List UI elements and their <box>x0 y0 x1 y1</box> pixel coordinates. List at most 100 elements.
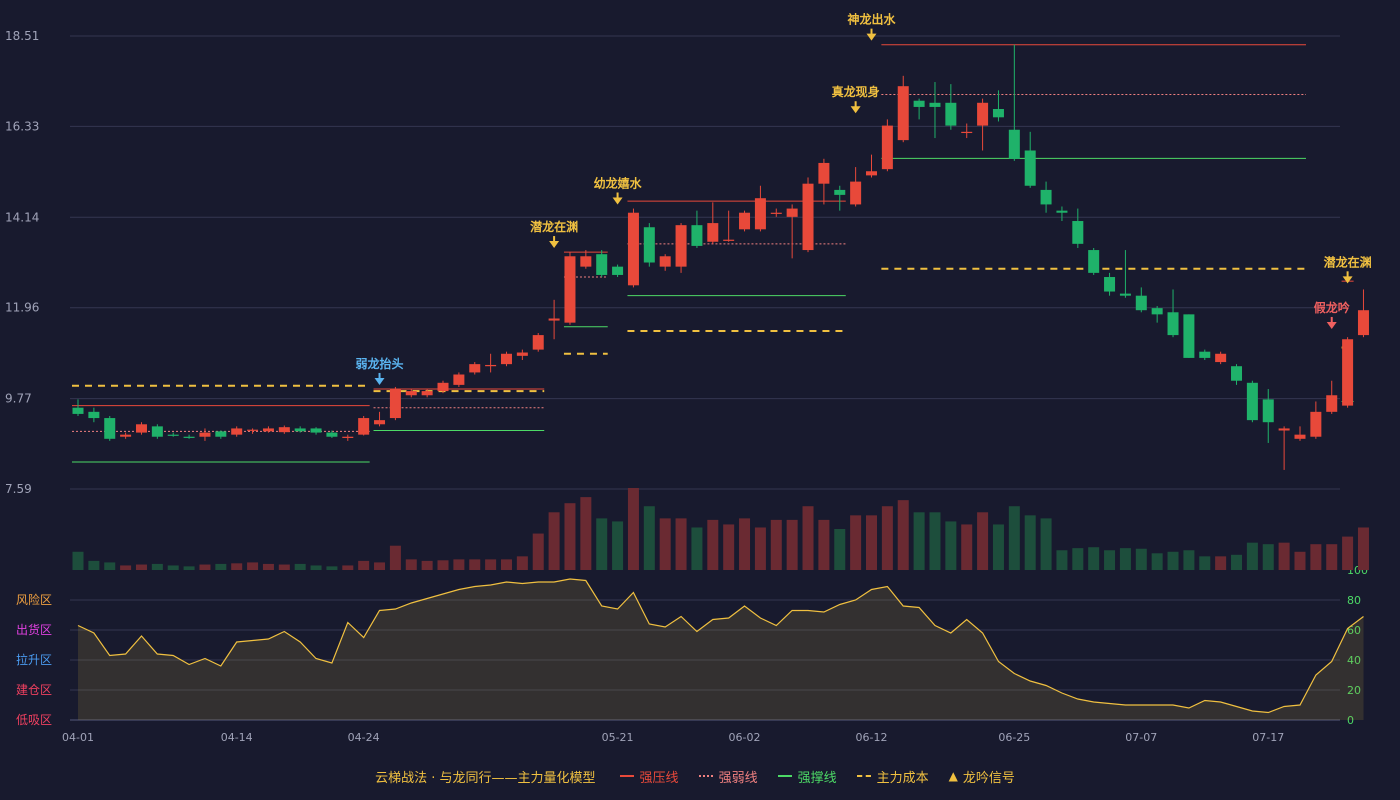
candle-body <box>1215 353 1227 363</box>
zone-label: 低吸区 <box>16 713 52 727</box>
candle-body <box>675 225 687 267</box>
candle-body <box>627 212 639 286</box>
volume-bar <box>1135 548 1147 570</box>
volume-bar <box>1215 556 1227 570</box>
volume-bar <box>1357 527 1369 570</box>
volume-bar <box>262 563 274 570</box>
volume-bar <box>1072 548 1084 570</box>
candle-body <box>1151 308 1163 315</box>
volume-bar <box>945 521 957 570</box>
legend-item-strong-pressure: 强压线 <box>619 767 679 786</box>
candle-body <box>405 391 417 396</box>
candle-body <box>1072 221 1084 244</box>
candle-body <box>1056 210 1068 213</box>
volume-bar <box>405 559 417 570</box>
candle-body <box>199 432 211 437</box>
candle-body <box>1278 428 1290 431</box>
candle-body <box>1310 411 1322 437</box>
candle-body <box>262 428 274 432</box>
volume-bar <box>215 563 227 570</box>
candle-body <box>1104 277 1116 292</box>
candle-body <box>929 102 941 107</box>
volume-bar <box>167 565 179 570</box>
candle-body <box>1357 310 1369 336</box>
volume-bar <box>1326 544 1338 570</box>
volume-bar <box>183 566 195 570</box>
volume-bar <box>278 564 290 570</box>
volume-bar <box>786 519 798 570</box>
volume-bar <box>247 562 259 570</box>
candle-body <box>1135 295 1147 311</box>
candle-body <box>278 427 290 433</box>
legend-item-strong-weak: 强弱线 <box>698 767 758 786</box>
candle-body <box>945 102 957 126</box>
candle-body <box>358 418 370 435</box>
candle-body <box>564 256 576 323</box>
legend-title: 云梯战法 · 与龙同行——主力量化模型 <box>375 770 596 786</box>
candle-body <box>453 374 465 385</box>
candle-body <box>913 100 925 107</box>
volume-bar <box>1056 550 1068 570</box>
signal-label: 假龙吟 <box>1314 300 1350 315</box>
legend-label: 强撑线 <box>797 770 837 786</box>
candle-body <box>374 420 386 425</box>
legend-item-signal: ▲ 龙吟信号 <box>949 767 1015 786</box>
volume-bar <box>358 560 370 570</box>
volume-bar <box>897 500 909 570</box>
candle-body <box>643 227 655 263</box>
volume-bar <box>310 565 322 570</box>
volume-bar <box>421 560 433 570</box>
volume-bar <box>1167 551 1179 570</box>
candle-body <box>231 428 243 435</box>
candle-body <box>389 389 401 419</box>
candle-body <box>1167 312 1179 336</box>
candle-body <box>992 109 1004 118</box>
legend-swatch <box>856 775 871 777</box>
volume-bar <box>104 562 116 570</box>
volume-bar <box>1278 542 1290 570</box>
y-tick-label: 14.14 <box>5 210 39 224</box>
volume-bar <box>580 497 592 570</box>
candle-body <box>485 364 497 367</box>
volume-bar <box>1246 542 1258 570</box>
signal-arrow-icon <box>866 33 877 41</box>
legend-swatch <box>777 775 792 777</box>
legend-label: 强压线 <box>639 770 679 786</box>
volume-bar <box>1104 550 1116 570</box>
chart-legend: 云梯战法 · 与龙同行——主力量化模型 强压线 强弱线 强撑线 主力成本 ▲ 龙… <box>0 765 1400 787</box>
candle-body <box>1199 351 1211 358</box>
candle-body <box>469 364 481 373</box>
candle-body <box>580 256 592 267</box>
volume-bar <box>500 559 512 570</box>
y-tick-label: 11.96 <box>5 301 39 315</box>
candle-body <box>421 391 433 396</box>
y-tick-label: 16.33 <box>5 119 39 133</box>
signal-label: 弱龙抬头 <box>356 356 404 371</box>
legend-item-cost: 主力成本 <box>856 767 929 786</box>
candle-body <box>247 429 259 431</box>
candle-body <box>596 254 608 275</box>
zone-label: 建仓区 <box>16 683 52 697</box>
candle-body <box>1262 399 1274 423</box>
volume-bar <box>770 519 782 570</box>
candle-body <box>897 86 909 141</box>
volume-bar <box>1310 544 1322 570</box>
legend-swatch <box>698 775 713 777</box>
volume-bar <box>913 512 925 570</box>
candle-body <box>691 225 703 246</box>
candle-body <box>770 212 782 214</box>
candle-body <box>120 434 132 437</box>
volume-bar <box>374 562 386 570</box>
volume-bar <box>723 524 735 570</box>
candle-body <box>850 181 862 205</box>
candle-body <box>516 352 528 356</box>
candle-body <box>500 353 512 365</box>
x-tick-label: 04-01 <box>62 731 94 744</box>
x-tick-label: 07-07 <box>1125 731 1157 744</box>
volume-bar <box>516 556 528 570</box>
osc-tick-label: 80 <box>1347 594 1361 607</box>
candle-body <box>1008 129 1020 159</box>
volume-bar <box>818 519 830 570</box>
volume-bar <box>612 521 624 570</box>
candle-body <box>1040 189 1052 205</box>
